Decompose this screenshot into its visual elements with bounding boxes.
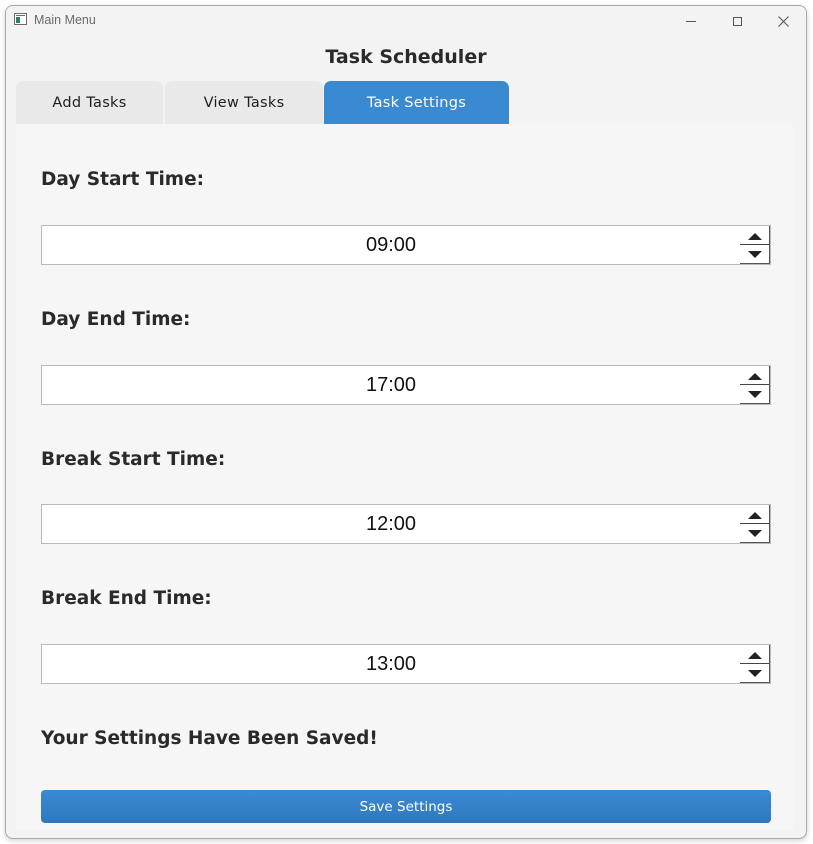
maximize-button[interactable]: [714, 6, 760, 36]
minimize-button[interactable]: [668, 6, 714, 36]
day-end-time-spinbox[interactable]: 17:00: [41, 365, 771, 405]
spin-shadow: [740, 263, 770, 264]
break-start-spin-buttons: [740, 505, 770, 543]
app-heading: Task Scheduler: [325, 46, 487, 68]
spin-shadow: [769, 645, 770, 683]
spin-shadow: [740, 682, 770, 683]
triangle-up-icon: [747, 232, 762, 240]
day-end-decrement-button[interactable]: [740, 385, 769, 403]
tab-add-tasks[interactable]: Add Tasks: [16, 81, 163, 124]
triangle-down-icon: [747, 529, 762, 537]
day-end-time-value[interactable]: 17:00: [42, 366, 740, 404]
tab-task-settings[interactable]: Task Settings: [324, 81, 509, 124]
tab-view-tasks[interactable]: View Tasks: [165, 81, 323, 124]
day-start-time-value[interactable]: 09:00: [42, 226, 740, 264]
day-end-increment-button[interactable]: [740, 367, 769, 385]
save-status-message: Your Settings Have Been Saved!: [41, 728, 378, 749]
save-settings-button[interactable]: Save Settings: [41, 790, 771, 823]
window-title: Main Menu: [34, 13, 96, 27]
triangle-down-icon: [747, 390, 762, 398]
break-end-decrement-button[interactable]: [740, 664, 769, 682]
break-end-time-value[interactable]: 13:00: [42, 645, 740, 683]
break-end-time-spinbox[interactable]: 13:00: [41, 644, 771, 684]
triangle-up-icon: [747, 372, 762, 380]
day-start-time-spinbox[interactable]: 09:00: [41, 225, 771, 265]
spin-shadow: [769, 226, 770, 264]
break-start-time-value[interactable]: 12:00: [42, 505, 740, 543]
main-window: Main Menu Task Scheduler Add Tasks View …: [5, 5, 807, 839]
minimize-icon: [686, 20, 696, 22]
day-start-increment-button[interactable]: [740, 227, 769, 245]
break-start-increment-button[interactable]: [740, 506, 769, 524]
title-bar[interactable]: Main Menu: [6, 6, 806, 36]
break-end-increment-button[interactable]: [740, 646, 769, 664]
spin-shadow: [740, 542, 770, 543]
triangle-down-icon: [747, 250, 762, 258]
break-start-decrement-button[interactable]: [740, 524, 769, 542]
day-start-spin-buttons: [740, 226, 770, 264]
app-icon: [14, 13, 27, 25]
break-start-time-spinbox[interactable]: 12:00: [41, 504, 771, 544]
break-end-label: Break End Time:: [41, 588, 212, 609]
day-end-label: Day End Time:: [41, 309, 191, 330]
day-start-label: Day Start Time:: [41, 169, 205, 190]
break-end-spin-buttons: [740, 645, 770, 683]
triangle-down-icon: [747, 669, 762, 677]
close-icon: [777, 15, 789, 27]
spin-shadow: [740, 403, 770, 404]
day-end-spin-buttons: [740, 366, 770, 404]
break-start-label: Break Start Time:: [41, 449, 226, 470]
maximize-icon: [732, 16, 742, 26]
triangle-up-icon: [747, 651, 762, 659]
day-start-decrement-button[interactable]: [740, 245, 769, 263]
settings-panel: Day Start Time: 09:00 Day End Time: 17:0…: [16, 124, 793, 830]
spin-shadow: [769, 366, 770, 404]
close-button[interactable]: [760, 6, 806, 36]
triangle-up-icon: [747, 511, 762, 519]
spin-shadow: [769, 505, 770, 543]
